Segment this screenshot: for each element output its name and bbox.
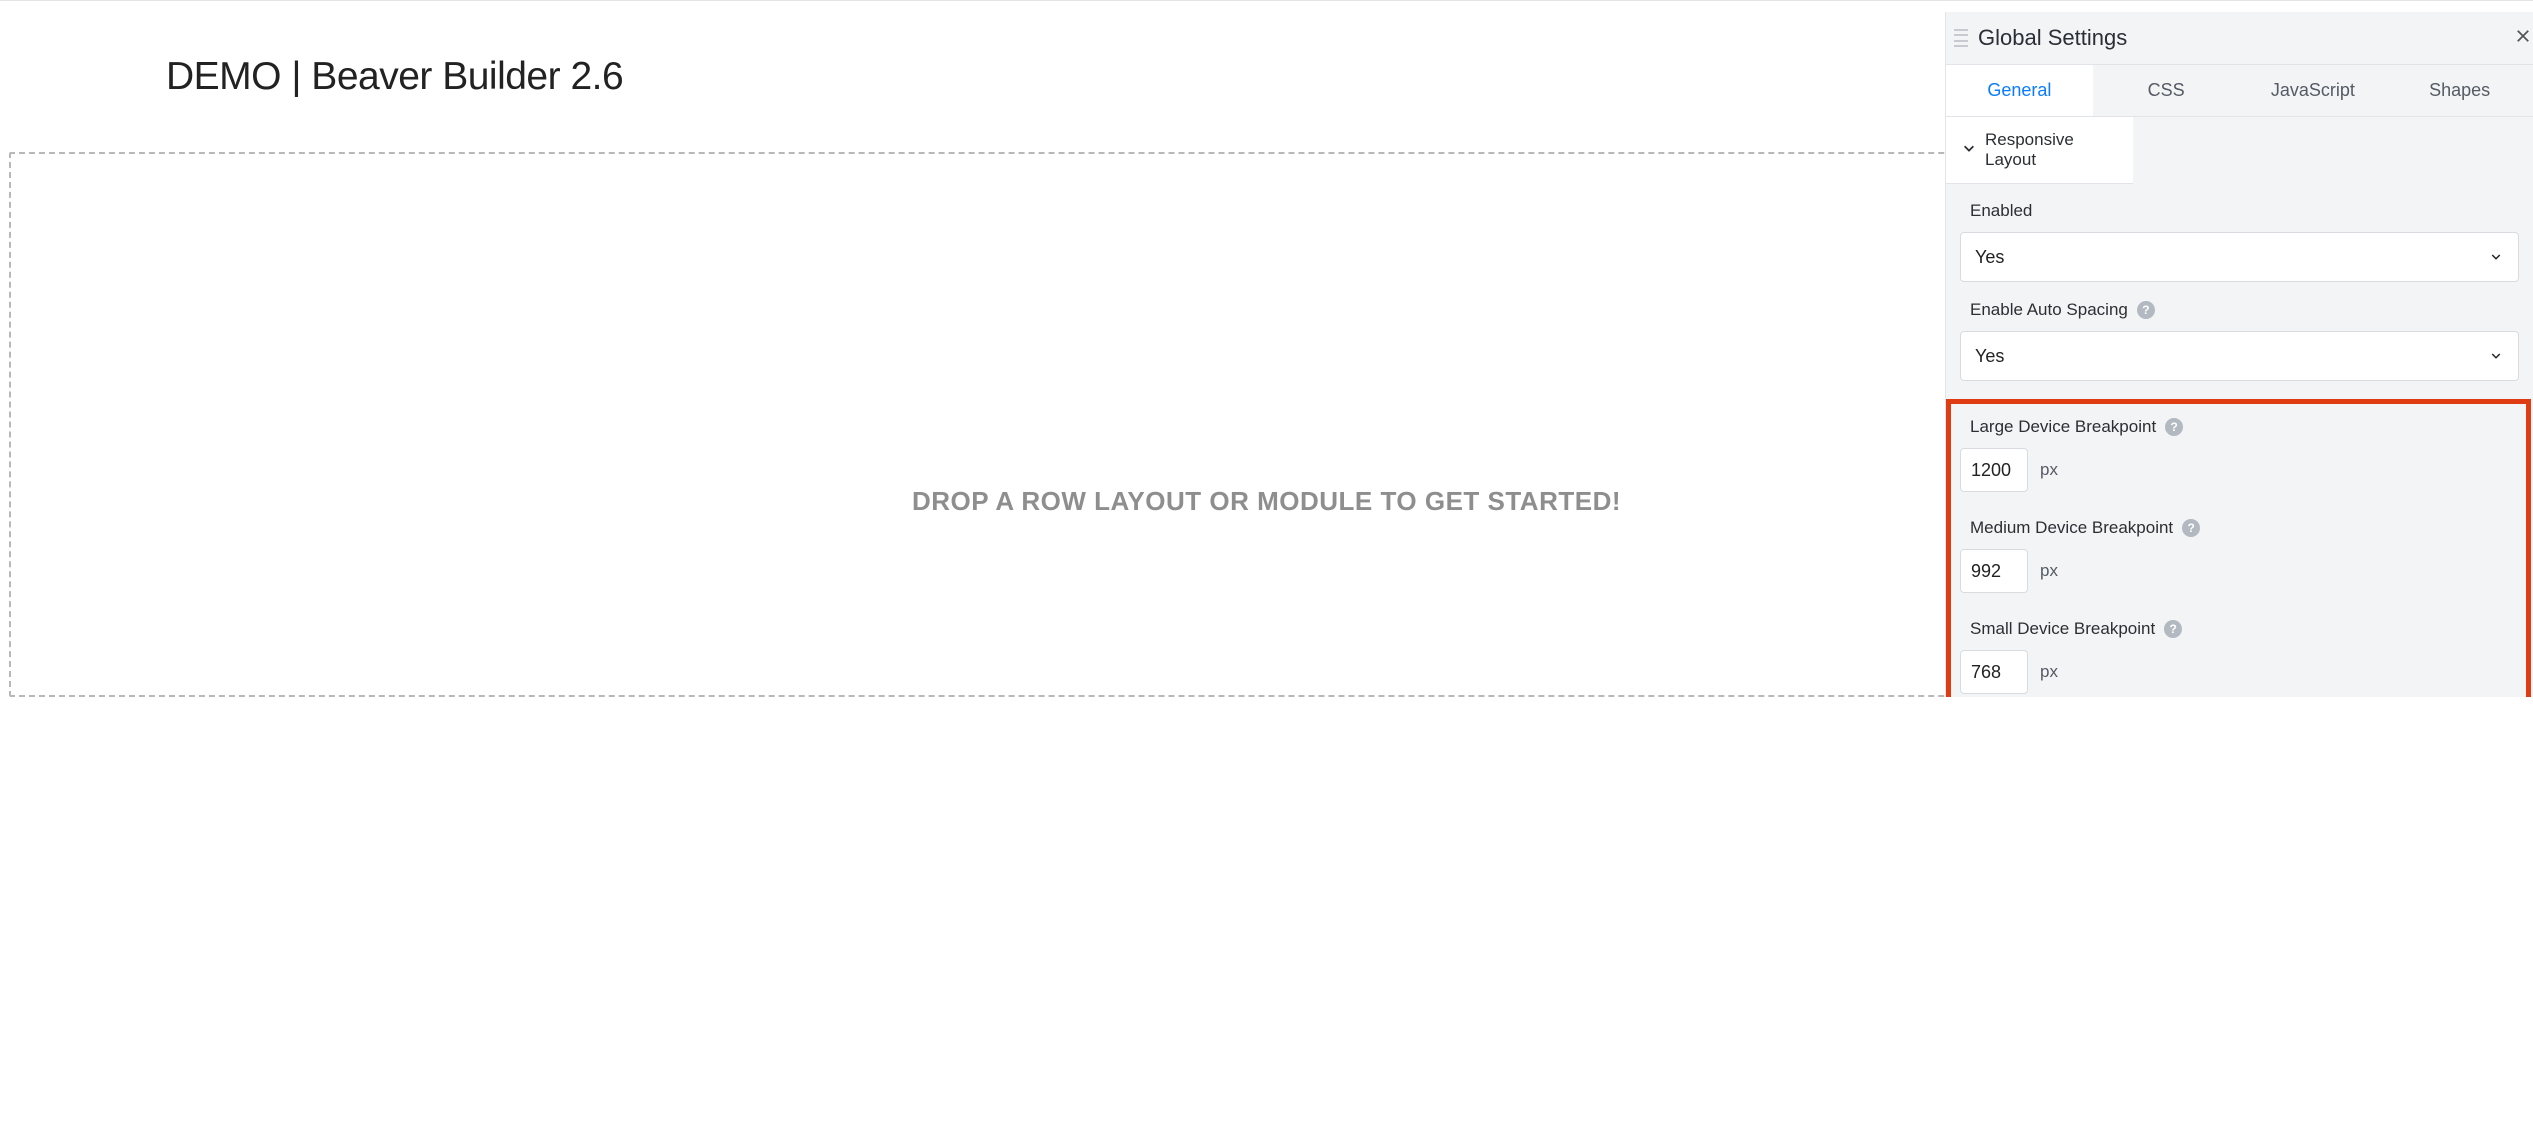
label-text: Enable Auto Spacing	[1970, 300, 2128, 320]
panel-header: Global Settings	[1946, 12, 2533, 64]
label-text: Small Device Breakpoint	[1970, 619, 2155, 639]
large-breakpoint-input[interactable]	[1960, 448, 2028, 492]
page-top-rule	[0, 0, 2533, 1]
medium-breakpoint-input[interactable]	[1960, 549, 2028, 593]
tab-css[interactable]: CSS	[2093, 65, 2240, 116]
tab-shapes[interactable]: Shapes	[2386, 65, 2533, 116]
field-large-breakpoint: Large Device Breakpoint ? px	[1960, 417, 2519, 492]
unit-label: px	[2040, 561, 2058, 581]
unit-label: px	[2040, 460, 2058, 480]
help-icon[interactable]: ?	[2165, 418, 2183, 436]
page-title: DEMO | Beaver Builder 2.6	[166, 55, 623, 99]
field-small-breakpoint: Small Device Breakpoint ? px	[1960, 619, 2519, 694]
field-label-auto-spacing: Enable Auto Spacing ?	[1970, 300, 2519, 320]
help-icon[interactable]: ?	[2137, 301, 2155, 319]
help-icon[interactable]: ?	[2164, 620, 2182, 638]
field-label-large-breakpoint: Large Device Breakpoint ?	[1970, 417, 2519, 437]
label-text: Large Device Breakpoint	[1970, 417, 2156, 437]
field-label-medium-breakpoint: Medium Device Breakpoint ?	[1970, 518, 2519, 538]
select-value: Yes	[1975, 346, 2004, 367]
chevron-down-icon	[1962, 140, 1976, 160]
field-label-enabled: Enabled	[1970, 201, 2519, 221]
field-label-small-breakpoint: Small Device Breakpoint ?	[1970, 619, 2519, 639]
chevron-down-icon	[2490, 346, 2502, 367]
unit-label: px	[2040, 662, 2058, 682]
tab-javascript[interactable]: JavaScript	[2240, 65, 2387, 116]
help-icon[interactable]: ?	[2182, 519, 2200, 537]
label-text: Medium Device Breakpoint	[1970, 518, 2173, 538]
breakpoint-group: Large Device Breakpoint ? px Medium Devi…	[1960, 399, 2519, 694]
select-auto-spacing[interactable]: Yes	[1960, 331, 2519, 381]
panel-body: Enabled Yes Enable Auto Spacing ? Yes	[1946, 184, 2533, 697]
field-enabled: Enabled Yes	[1960, 201, 2519, 282]
chevron-down-icon	[2490, 247, 2502, 268]
field-medium-breakpoint: Medium Device Breakpoint ? px	[1960, 518, 2519, 593]
section-responsive-layout[interactable]: Responsive Layout	[1946, 117, 2133, 184]
select-value: Yes	[1975, 247, 2004, 268]
panel-title: Global Settings	[1978, 25, 2127, 51]
tab-general[interactable]: General	[1946, 65, 2093, 116]
section-title: Responsive Layout	[1985, 130, 2117, 170]
drag-handle-icon[interactable]	[1954, 27, 1968, 49]
field-auto-spacing: Enable Auto Spacing ? Yes	[1960, 300, 2519, 381]
label-text: Enabled	[1970, 201, 2032, 221]
close-icon[interactable]	[2513, 26, 2533, 46]
settings-tabs: General CSS JavaScript Shapes	[1946, 64, 2533, 117]
select-enabled[interactable]: Yes	[1960, 232, 2519, 282]
global-settings-panel: Global Settings General CSS JavaScript S…	[1945, 12, 2533, 697]
small-breakpoint-input[interactable]	[1960, 650, 2028, 694]
